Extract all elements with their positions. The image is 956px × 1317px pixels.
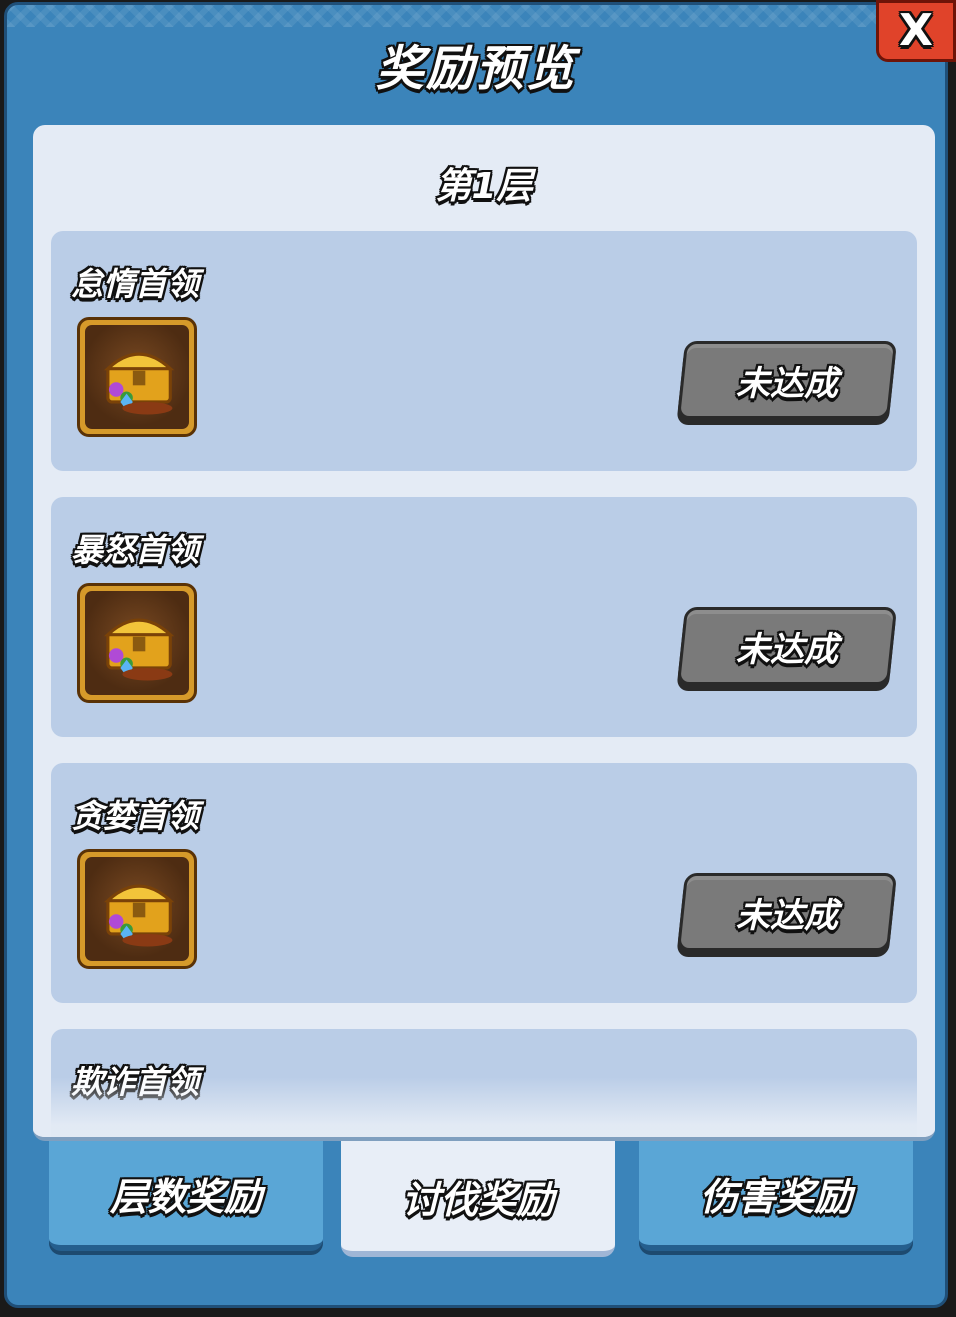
dialog-title: 奖励预览 [375, 41, 576, 97]
tab-label: 伤害奖励 [699, 1174, 852, 1219]
tab-damage-rewards[interactable]: 伤害奖励 [639, 1141, 913, 1251]
reward-list[interactable]: 第1层 怠惰首领 未达成 暴怒首领 未达成 贪婪首领 未达成 欺诈首领 [33, 125, 935, 1141]
status-label: 未达成 [736, 629, 838, 670]
boss-name: 暴怒首领 [71, 531, 200, 569]
close-button[interactable]: X [876, 0, 956, 62]
status-label: 未达成 [736, 363, 838, 404]
boss-name: 贪婪首领 [71, 797, 200, 835]
status-button[interactable]: 未达成 [676, 341, 898, 419]
treasure-chest-icon[interactable] [77, 849, 197, 969]
reward-preview-dialog: 奖励预览 第1层 怠惰首领 未达成 暴怒首领 未达成 贪婪首领 未达成 欺诈首领… [4, 2, 948, 1308]
boss-reward-card: 贪婪首领 未达成 [51, 763, 917, 1003]
tab-label: 层数奖励 [109, 1174, 262, 1219]
boss-reward-card: 暴怒首领 未达成 [51, 497, 917, 737]
close-icon: X [899, 5, 933, 56]
header-pattern [7, 5, 945, 27]
tab-boss-rewards[interactable]: 讨伐奖励 [341, 1141, 615, 1257]
boss-name: 欺诈首领 [71, 1063, 200, 1101]
status-label: 未达成 [736, 895, 838, 936]
treasure-chest-icon[interactable] [77, 583, 197, 703]
tab-label: 讨伐奖励 [401, 1177, 554, 1222]
boss-reward-card: 欺诈首领 [51, 1029, 917, 1137]
floor-label: 第1层 [435, 166, 533, 207]
treasure-chest-icon[interactable] [77, 317, 197, 437]
boss-name: 怠惰首领 [71, 265, 200, 303]
boss-reward-card: 怠惰首领 未达成 [51, 231, 917, 471]
status-button[interactable]: 未达成 [676, 607, 898, 685]
status-button[interactable]: 未达成 [676, 873, 898, 951]
tab-floor-rewards[interactable]: 层数奖励 [49, 1141, 323, 1251]
